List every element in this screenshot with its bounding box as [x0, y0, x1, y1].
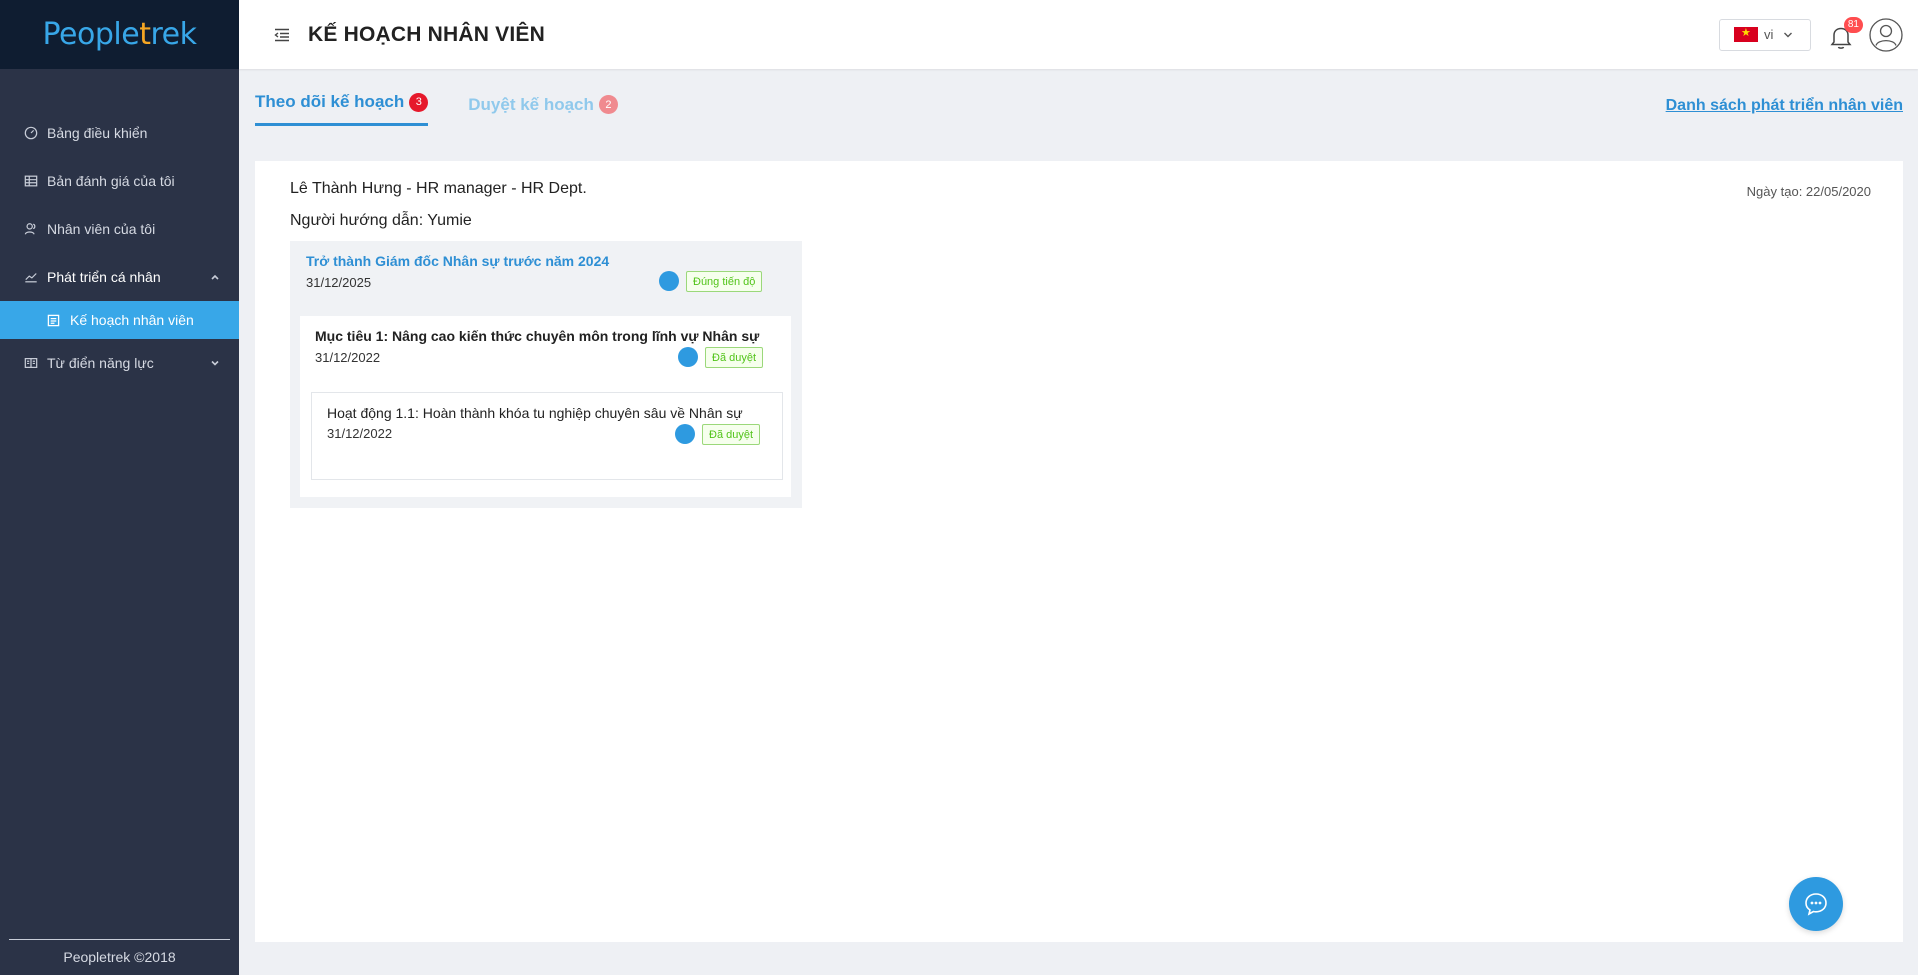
progress-status-dot[interactable]: [675, 424, 695, 444]
goal-status-tag: Đã duyệt: [705, 347, 764, 368]
vietnam-flag-icon: [1734, 26, 1758, 42]
activity-due-date: 31/12/2022: [327, 426, 393, 441]
plan-title-link[interactable]: Trở thành Giám đốc Nhân sự trước năm 202…: [306, 253, 609, 269]
development-plan: Trở thành Giám đốc Nhân sự trước năm 202…: [290, 241, 802, 508]
activity-title: Hoạt động 1.1: Hoàn thành khóa tu nghiệp…: [327, 405, 743, 421]
notification-count-badge: 81: [1843, 16, 1863, 33]
chat-bubble-icon: [1805, 893, 1827, 916]
page-title: KẾ HOẠCH NHÂN VIÊN: [308, 22, 545, 46]
sidebar-item-label: Nhân viên của tôi: [47, 221, 156, 237]
language-select[interactable]: vi: [1719, 18, 1811, 51]
plan-goal: Mục tiêu 1: Nâng cao kiến thức chuyên mô…: [300, 316, 791, 497]
progress-status-dot[interactable]: [678, 347, 698, 367]
sidebar-item-my-employees[interactable]: Nhân viên của tôi: [0, 205, 239, 253]
menu-fold-icon[interactable]: [274, 28, 290, 42]
sidebar-item-label: Bảng điều khiển: [47, 125, 148, 141]
plan-due-date: 31/12/2025: [306, 275, 372, 290]
goal-activity: Hoạt động 1.1: Hoàn thành khóa tu nghiệp…: [311, 392, 783, 480]
peopletrek-logo[interactable]: Peopletrek: [43, 17, 197, 52]
logo-cross-letter: t: [139, 17, 151, 52]
sidebar-item-personal-development[interactable]: Phát triển cá nhân: [0, 253, 239, 301]
tab-label: Duyệt kế hoạch: [468, 94, 594, 114]
sidebar-subitem-label: Kế hoạch nhân viên: [70, 312, 194, 328]
chevron-down-icon[interactable]: [209, 356, 221, 368]
table-icon: [23, 173, 39, 189]
user-avatar-icon[interactable]: [1869, 17, 1903, 52]
plan-status-tag: Đúng tiến độ: [686, 271, 763, 292]
top-header: KẾ HOẠCH NHÂN VIÊN vi 81: [239, 0, 1918, 69]
goal-title: Mục tiêu 1: Nâng cao kiến thức chuyên mô…: [315, 328, 760, 344]
sidebar-item-label: Bản đánh giá của tôi: [47, 173, 175, 189]
goal-due-date: 31/12/2022: [315, 350, 381, 365]
mentor-info: Người hướng dẫn: Yumie: [290, 212, 472, 229]
employee-development-list-link[interactable]: Danh sách phát triển nhân viên: [1666, 97, 1903, 115]
tab-count-badge: 2: [598, 95, 618, 114]
document-icon: [47, 314, 70, 327]
sidebar-item-label: Phát triển cá nhân: [47, 269, 161, 285]
tab-track-plan[interactable]: Theo dõi kế hoạch 3: [255, 92, 429, 126]
tab-approve-plan[interactable]: Duyệt kế hoạch 2: [468, 94, 618, 126]
sidebar-nav: Bảng điều khiển Bản đánh giá của tôi Nhâ…: [0, 109, 239, 387]
sidebar-item-competency-dictionary[interactable]: Từ điển năng lực: [0, 339, 239, 387]
sidebar-item-dashboard[interactable]: Bảng điều khiển: [0, 109, 239, 157]
sidebar: Peopletrek Bảng điều khiển Bản đánh giá …: [0, 0, 239, 975]
employee-info: Lê Thành Hưng - HR manager - HR Dept.: [290, 180, 587, 197]
header-actions: vi 81: [1719, 0, 1903, 69]
chart-line-icon: [23, 269, 39, 285]
plan-tabs: Theo dõi kế hoạch 3 Duyệt kế hoạch 2: [255, 92, 658, 126]
sidebar-item-label: Từ điển năng lực: [47, 355, 154, 371]
tab-count-badge: 3: [409, 92, 429, 112]
chevron-down-icon: [1773, 30, 1793, 40]
sidebar-item-my-reviews[interactable]: Bản đánh giá của tôi: [0, 157, 239, 205]
logo-text-part-1: People: [42, 17, 140, 52]
users-icon: [23, 221, 39, 237]
plan-content-card: Lê Thành Hưng - HR manager - HR Dept. Ng…: [255, 161, 1903, 942]
sidebar-footer: Peopletrek ©2018: [0, 939, 239, 975]
sidebar-subitem-employee-plan[interactable]: Kế hoạch nhân viên: [0, 301, 239, 339]
book-icon: [23, 355, 39, 371]
logo-text-part-2: rek: [150, 17, 197, 52]
progress-status-dot[interactable]: [659, 271, 679, 291]
created-date: Ngày tạo: 22/05/2020: [1746, 184, 1871, 199]
chevron-up-icon[interactable]: [209, 270, 221, 282]
chat-support-button[interactable]: [1789, 877, 1843, 931]
logo-area[interactable]: Peopletrek: [0, 0, 239, 69]
tab-label: Theo dõi kế hoạch: [255, 92, 405, 111]
dashboard-icon: [23, 125, 39, 141]
notification-bell-icon[interactable]: 81: [1827, 16, 1863, 51]
activity-status-tag: Đã duyệt: [702, 424, 761, 445]
language-value: vi: [1764, 27, 1774, 42]
